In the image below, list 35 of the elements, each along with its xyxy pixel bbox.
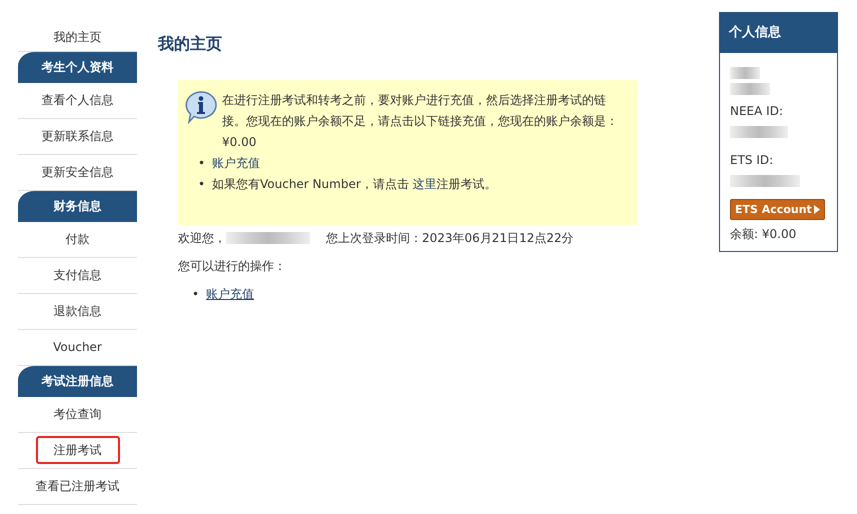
sidebar-section-header: 财务信息 [18, 191, 137, 222]
last-login-text: 您上次登录时间：2023年06月21日12点22分 [326, 230, 574, 247]
sidebar-link[interactable]: 支付信息 [18, 258, 137, 294]
notice-link[interactable]: 账户充值 [212, 156, 260, 170]
sidebar-section-header: 考试注册信息 [18, 366, 137, 397]
blurred-value [730, 126, 788, 138]
bullet-marker: • [198, 155, 206, 172]
page-title: 我的主页 [158, 33, 223, 55]
balance-text: 余额: ¥0.00 [730, 226, 798, 242]
sidebar-link[interactable]: 付款 [18, 222, 137, 258]
blurred-value [730, 174, 800, 186]
info-icon [184, 90, 218, 124]
sidebar-link[interactable]: 查看个人信息 [18, 83, 137, 119]
triangle-icon [814, 204, 820, 214]
notice-text: 如果您有Voucher Number，请点击 [212, 177, 409, 191]
ets-account-button[interactable]: ETS Account [730, 198, 825, 220]
ets-id-label: ETS ID: [730, 152, 774, 168]
sidebar-section-header: 考生个人资料 [18, 52, 137, 83]
panel-title: 个人信息 [720, 13, 837, 52]
neea-id-label: NEEA ID: [730, 102, 784, 120]
notice-text: 在进行注册考试和转考之前，要对账户进行充值，然后选择注册考试的链接。您现在的账户余额不足，请点击以下链接充值，您现在的账户余额是：¥0.00 [222, 92, 619, 151]
sidebar-link[interactable]: 考位查询 [18, 397, 137, 433]
welcome-text: 欢迎您， [178, 230, 226, 247]
action-link[interactable]: 账户充值 [206, 287, 254, 301]
bullet-marker: • [192, 286, 200, 303]
sidebar-link[interactable]: 注册考试 [36, 436, 120, 464]
bullet-marker: • [198, 176, 206, 193]
notice-link[interactable]: 这里 [412, 177, 437, 191]
blurred-value [730, 82, 770, 94]
notice-text: 注册考试。 [436, 177, 497, 191]
sidebar-link[interactable]: 更新联系信息 [18, 119, 137, 155]
sidebar-link[interactable]: 退款信息 [18, 294, 137, 330]
actions-heading: 您可以进行的操作： [178, 258, 287, 275]
sidebar-link[interactable]: 查看已注册考试 [18, 469, 137, 505]
blurred-value [730, 66, 760, 78]
